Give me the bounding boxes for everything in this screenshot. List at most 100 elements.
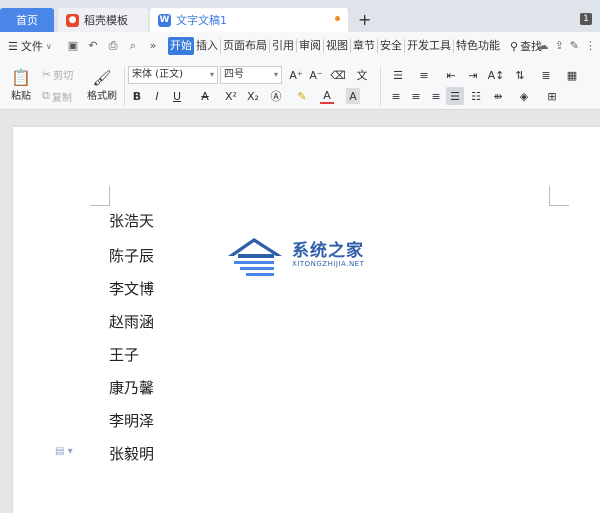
clear-format-icon[interactable]: ⌫ [330, 66, 346, 84]
tab-references[interactable]: 引用 [270, 37, 296, 55]
cloud-sync-icon[interactable]: ☁ [538, 39, 549, 52]
chevron-down-icon: ▾ [273, 70, 278, 79]
copy-button[interactable]: ⧉ 复制 [42, 88, 72, 104]
align-left-icon[interactable]: ≡ [388, 88, 404, 104]
house-logo-icon [228, 238, 282, 276]
text-line[interactable]: 李明泽 [109, 410, 154, 431]
tab-bar: 首页 ● 稻壳模板 W 文字文稿1 + 1 [0, 0, 600, 32]
underline-button[interactable]: U [170, 88, 184, 104]
text-line[interactable]: 李文博 [109, 278, 154, 299]
paragraph-handle-icon[interactable]: ▤ ▾ [55, 446, 73, 457]
ribbon-divider [380, 66, 381, 106]
font-color-button[interactable]: A [320, 88, 334, 104]
paste-label: 粘贴 [11, 91, 31, 102]
print-preview-icon[interactable]: ⌕ [126, 39, 140, 53]
decrease-indent-icon[interactable]: ⇤ [442, 66, 460, 84]
format-painter-label: 格式刷 [87, 90, 117, 102]
text-line[interactable]: 康乃馨 [109, 377, 154, 398]
search-icon: ⚲ [510, 39, 519, 53]
hamburger-icon: ☰ [8, 39, 18, 53]
text-line[interactable]: 赵雨涵 [109, 311, 154, 332]
line-spacing-icon[interactable]: ≣ [536, 66, 556, 84]
margin-corner-top-right [549, 186, 569, 206]
wps-writer-window: 首页 ● 稻壳模板 W 文字文稿1 + 1 ☰ 文件 ∨ ▣ ↶ ⎙ ⌕ » 开… [0, 0, 600, 513]
tab-review[interactable]: 审阅 [297, 37, 323, 55]
bold-button[interactable]: B [130, 88, 144, 104]
tab-special-features[interactable]: 特色功能 [454, 37, 502, 55]
strikethrough-button[interactable]: A [198, 88, 212, 104]
tab-document[interactable]: W 文字文稿1 [150, 8, 348, 32]
font-family-value: 宋体 (正文) [132, 69, 183, 80]
justify-icon[interactable]: ☰ [446, 87, 464, 105]
tab-daoke-templates[interactable]: ● 稻壳模板 [58, 8, 148, 32]
grow-font-button[interactable]: A⁺ [288, 66, 304, 84]
share-icon[interactable]: ⇪ [555, 39, 564, 52]
text-line[interactable]: 张浩天 [109, 210, 154, 231]
window-count-badge[interactable]: 1 [580, 13, 592, 25]
tab-page-layout[interactable]: 页面布局 [221, 37, 269, 55]
chevron-down-icon: ∨ [45, 41, 52, 51]
tab-home-label: 首页 [16, 14, 38, 27]
tab-insert[interactable]: 插入 [194, 37, 220, 55]
undo-history-icon[interactable]: ↶ [86, 39, 100, 53]
tab-document-label: 文字文稿1 [176, 14, 227, 27]
tab-view[interactable]: 视图 [324, 37, 350, 55]
cut-label: 剪切 [53, 70, 74, 82]
ribbon-divider [124, 66, 125, 106]
borders-toggle-icon[interactable]: ▦ [564, 66, 580, 84]
numbering-icon[interactable]: ≡ [414, 66, 434, 84]
text-line[interactable]: 王子 [109, 344, 139, 365]
watermark-logo: 系统之家 XITONGZHIJIA.NET [224, 234, 384, 284]
change-case-icon[interactable]: A↕ [486, 66, 506, 84]
tab-start[interactable]: 开始 [168, 37, 194, 55]
align-center-icon[interactable]: ≡ [408, 88, 424, 104]
font-family-select[interactable]: 宋体 (正文) ▾ [128, 66, 218, 84]
char-shading-button[interactable]: A [346, 88, 360, 104]
tab-security[interactable]: 安全 [378, 37, 404, 55]
tab-sections[interactable]: 章节 [351, 37, 377, 55]
chevron-down-icon: ▾ [209, 70, 214, 79]
shrink-font-button[interactable]: A⁻ [308, 66, 324, 84]
text-effects-icon[interactable]: Ⓐ [268, 88, 284, 104]
menu-right-tools: ☁ ⇪ ✎ ⋮ [538, 39, 596, 52]
new-tab-button[interactable]: + [358, 10, 371, 29]
text-line[interactable]: 陈子辰 [109, 245, 154, 266]
watermark-title: 系统之家 [292, 241, 364, 261]
border-icon[interactable]: ⊞ [542, 88, 562, 104]
file-menu-label: 文件 [20, 40, 43, 53]
align-right-icon[interactable]: ≡ [428, 88, 444, 104]
font-size-value: 四号 [224, 69, 244, 80]
more-quick-access-icon[interactable]: » [146, 39, 160, 53]
copy-icon: ⧉ [42, 89, 50, 102]
tab-daoke-label: 稻壳模板 [84, 14, 128, 27]
file-menu-button[interactable]: ☰ 文件 ∨ [8, 38, 63, 54]
tab-home[interactable]: 首页 [0, 8, 54, 32]
distribute-icon[interactable]: ☷ [468, 88, 484, 104]
document-page[interactable] [13, 127, 600, 513]
increase-indent-icon[interactable]: ⇥ [464, 66, 482, 84]
highlight-icon[interactable]: ✎ [294, 88, 310, 104]
cut-button[interactable]: ✂ 剪切 [42, 66, 73, 82]
text-line[interactable]: 张毅明 [109, 443, 154, 464]
superscript-button[interactable]: X² [222, 88, 240, 104]
bullets-icon[interactable]: ☰ [388, 66, 408, 84]
italic-button[interactable]: I [150, 88, 164, 104]
shading-icon[interactable]: ◈ [514, 88, 534, 104]
tab-stops-icon[interactable]: ⇻ [490, 88, 506, 104]
collaborate-icon[interactable]: ✎ [570, 39, 579, 52]
margin-corner-top-left [90, 186, 110, 206]
tab-developer[interactable]: 开发工具 [405, 37, 453, 55]
pinyin-guide-icon[interactable]: 文 [352, 66, 372, 84]
menu-bar: ☰ 文件 ∨ ▣ ↶ ⎙ ⌕ » 开始 插入 页面布局 引用 审阅 视图 章节 … [0, 32, 600, 60]
save-icon[interactable]: ▣ [66, 39, 80, 53]
print-icon[interactable]: ⎙ [106, 39, 120, 53]
font-size-select[interactable]: 四号 ▾ [220, 66, 282, 84]
brush-icon: 🖌 [92, 68, 112, 87]
ribbon-toolbar: 📋 粘贴 ✂ 剪切 ⧉ 复制 🖌 格式刷 宋体 (正文) ▾ 四号 ▾ A⁺ A… [0, 60, 600, 110]
subscript-button[interactable]: X₂ [244, 88, 262, 104]
more-options-icon[interactable]: ⋮ [585, 39, 596, 52]
format-painter-button[interactable]: 🖌 格式刷 [84, 64, 120, 106]
sort-icon[interactable]: ⇅ [512, 66, 528, 84]
paste-button[interactable]: 📋 粘贴 [6, 64, 36, 106]
writer-doc-icon: W [158, 13, 171, 27]
